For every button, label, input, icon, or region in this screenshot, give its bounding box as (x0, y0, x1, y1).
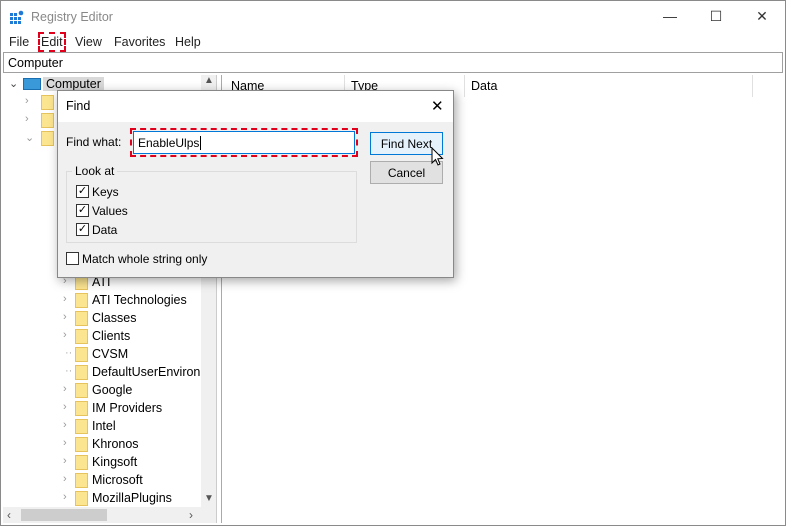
folder-icon (75, 329, 88, 344)
values-label: Values (92, 204, 128, 218)
match-whole-checkbox[interactable] (66, 252, 79, 265)
folder-icon (41, 95, 54, 110)
tree-dotted-connector: ·· (65, 347, 73, 359)
chevron-right-icon[interactable]: › (63, 401, 67, 413)
folder-icon (75, 437, 88, 452)
mouse-cursor-icon (431, 147, 444, 166)
folder-icon (75, 293, 88, 308)
tree-item-label: CVSM (92, 347, 129, 361)
match-whole-label: Match whole string only (82, 252, 208, 266)
scroll-down-icon[interactable]: ▼ (204, 493, 214, 504)
title-bar: Registry Editor — ☐ ✕ (1, 1, 785, 32)
folder-icon (75, 401, 88, 416)
tree-item-label: Kingsoft (92, 455, 138, 469)
tree-item-label: Khronos (92, 437, 139, 451)
tree-item-label: MozillaPlugins (92, 491, 172, 505)
folder-icon (41, 113, 54, 128)
address-bar[interactable]: Computer (3, 52, 783, 73)
menu-view[interactable]: View (75, 35, 102, 49)
chevron-down-icon[interactable]: ⌄ (9, 77, 18, 90)
folder-icon (41, 131, 54, 146)
chevron-right-icon[interactable]: › (63, 329, 67, 341)
chevron-right-icon[interactable]: › (63, 455, 67, 467)
folder-icon (75, 383, 88, 398)
data-label: Data (92, 223, 118, 237)
tree-item-label: Google (92, 383, 133, 397)
keys-label: Keys (92, 185, 119, 199)
menu-help[interactable]: Help (175, 35, 201, 49)
tree-dotted-connector: ·· (65, 365, 73, 377)
find-dialog: Find ✕ Find what: EnableUlps Find Next C… (57, 90, 454, 278)
find-what-label: Find what: (66, 135, 122, 149)
folder-icon (75, 311, 88, 326)
keys-checkbox[interactable]: ✓ (76, 185, 89, 198)
chevron-right-icon[interactable]: › (63, 437, 67, 449)
tree-item-label: ATI Technologies (92, 293, 187, 307)
chevron-right-icon[interactable]: › (63, 473, 67, 485)
tree-item-label: DefaultUserEnvironn (92, 365, 208, 379)
registry-editor-icon (10, 10, 24, 24)
menu-favorites[interactable]: Favorites (114, 35, 165, 49)
folder-icon (75, 419, 88, 434)
tree-item-label: Intel (92, 419, 116, 433)
dialog-title: Find (66, 99, 91, 113)
tree-item-label: Computer (43, 77, 104, 91)
tree-horizontal-scrollbar[interactable]: ‹ › (3, 507, 216, 523)
folder-icon (75, 365, 88, 380)
look-at-label: Look at (72, 164, 118, 178)
dialog-close-icon[interactable]: ✕ (431, 97, 444, 115)
column-header-data[interactable]: Data (471, 79, 497, 93)
tree-item-label: Microsoft (92, 473, 143, 487)
scroll-thumb[interactable] (21, 509, 107, 521)
computer-icon (23, 78, 41, 90)
scroll-right-icon[interactable]: › (189, 508, 193, 522)
maximize-button[interactable]: ☐ (693, 1, 739, 31)
folder-icon (75, 473, 88, 488)
tree-item-label: Clients (92, 329, 131, 343)
menu-edit[interactable]: Edit (38, 32, 66, 52)
scroll-up-icon[interactable]: ▲ (204, 75, 214, 86)
chevron-right-icon[interactable]: › (63, 491, 67, 503)
tree-item-label: Classes (92, 311, 137, 325)
folder-icon (75, 347, 88, 362)
folder-icon (75, 455, 88, 470)
data-checkbox[interactable]: ✓ (76, 223, 89, 236)
folder-icon (75, 491, 88, 506)
menu-file[interactable]: File (9, 35, 29, 49)
chevron-right-icon[interactable]: › (63, 383, 67, 395)
chevron-right-icon[interactable]: › (63, 311, 67, 323)
chevron-right-icon[interactable]: › (63, 293, 67, 305)
close-button[interactable]: ✕ (739, 1, 785, 31)
window-title: Registry Editor (31, 10, 113, 24)
chevron-right-icon[interactable]: › (63, 419, 67, 431)
minimize-button[interactable]: — (647, 1, 693, 31)
scroll-left-icon[interactable]: ‹ (7, 508, 11, 522)
find-what-input[interactable]: EnableUlps (130, 128, 358, 157)
values-checkbox[interactable]: ✓ (76, 204, 89, 217)
tree-item-label: IM Providers (92, 401, 163, 415)
